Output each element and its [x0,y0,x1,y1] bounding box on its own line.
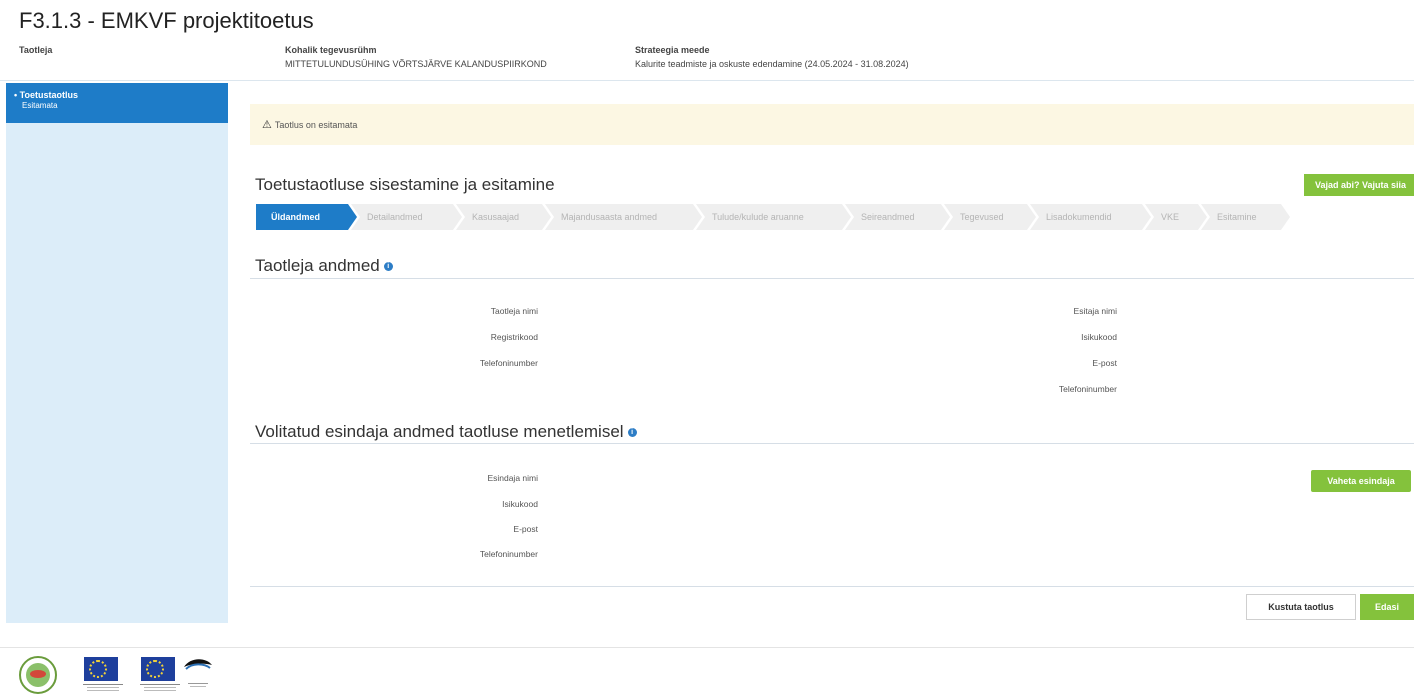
applicant-label: Taotleja [19,45,53,55]
alert-content: ⚠ Taotlus on esitamata [262,118,357,131]
alert-text: Taotlus on esitamata [274,120,358,130]
step-kasusaajad[interactable]: Kasusaajad [456,204,551,230]
field-label-registry-code: Registrikood [490,332,538,342]
step-vke[interactable]: VKE [1145,204,1207,230]
form-title: Toetustaotluse sisestamine ja esitamine [255,175,555,194]
applicant-section-title: Taotleja andmed i [255,256,393,276]
measure-label: Strateegia meede [635,45,710,55]
sidebar: • Toetustaotlus Esitamata [6,83,228,623]
measure-value: Kalurite teadmiste ja oskuste edendamine… [635,59,909,69]
sidebar-item-status: Esitamata [22,101,58,110]
field-label-email: E-post [1092,358,1117,368]
sidebar-item-label: • Toetustaotlus [14,90,78,100]
field-label-phone: Telefoninumber [479,358,538,368]
field-label-personal-code: Isikukood [1081,332,1117,342]
eu-flag-logo [140,657,180,691]
field-label-applicant-name: Taotleja nimi [490,306,538,316]
step-wizard: Üldandmed Detailandmed Kasusaajad Majand… [256,204,1290,230]
step-esitamine[interactable]: Esitamine [1201,204,1290,230]
footer-divider [0,647,1414,648]
step-lisadokumendid[interactable]: Lisadokumendid [1030,204,1151,230]
change-representative-button[interactable]: Vaheta esindaja [1311,470,1411,492]
field-label-representative-name: Esindaja nimi [487,473,538,483]
status-alert: ⚠ Taotlus on esitamata [250,104,1414,145]
applicant-meta: Taotleja [19,43,52,57]
header-divider [0,80,1414,81]
field-label-submitter-name: Esitaja nimi [1073,306,1117,316]
measure-meta: Strateegia meede Kalurite teadmiste ja o… [635,43,909,71]
step-detailandmed[interactable]: Detailandmed [351,204,462,230]
representative-section-divider [250,443,1414,444]
applicant-section-divider [250,278,1414,279]
field-label-representative-phone: Telefoninumber [479,549,538,559]
step-tulude-kulude-aruanne[interactable]: Tulude/kulude aruanne [696,204,851,230]
step-uldandmed[interactable]: Üldandmed [256,204,357,230]
page-title: F3.1.3 - EMKVF projektitoetus [19,8,314,33]
local-group-meta: Kohalik tegevusrühm MITTETULUNDUSÜHING V… [285,43,547,71]
field-label-submitter-phone: Telefoninumber [1058,384,1117,394]
warning-icon: ⚠ [262,119,272,131]
next-button[interactable]: Edasi [1360,594,1414,620]
field-label-representative-code: Isikukood [502,499,538,509]
eu-flag-logo [83,657,123,691]
step-seireandmed[interactable]: Seireandmed [845,204,950,230]
estonia-logo [180,653,214,693]
field-label-representative-email: E-post [513,524,538,534]
step-tegevused[interactable]: Tegevused [944,204,1036,230]
local-group-label: Kohalik tegevusrühm [285,45,377,55]
actions-divider [250,586,1414,587]
info-icon[interactable]: i [627,428,637,438]
fisheries-logo [19,656,57,694]
help-button[interactable]: Vajad abi? Vajuta siia [1304,174,1414,196]
info-icon[interactable]: i [383,262,393,272]
step-majandusaasta-andmed[interactable]: Majandusaasta andmed [545,204,702,230]
sidebar-item-toetustaotlus[interactable]: • Toetustaotlus Esitamata [6,83,228,123]
delete-application-button[interactable]: Kustuta taotlus [1246,594,1356,620]
local-group-value: MITTETULUNDUSÜHING VÕRTSJÄRVE KALANDUSPI… [285,59,547,69]
representative-section-title: Volitatud esindaja andmed taotluse menet… [255,422,637,442]
